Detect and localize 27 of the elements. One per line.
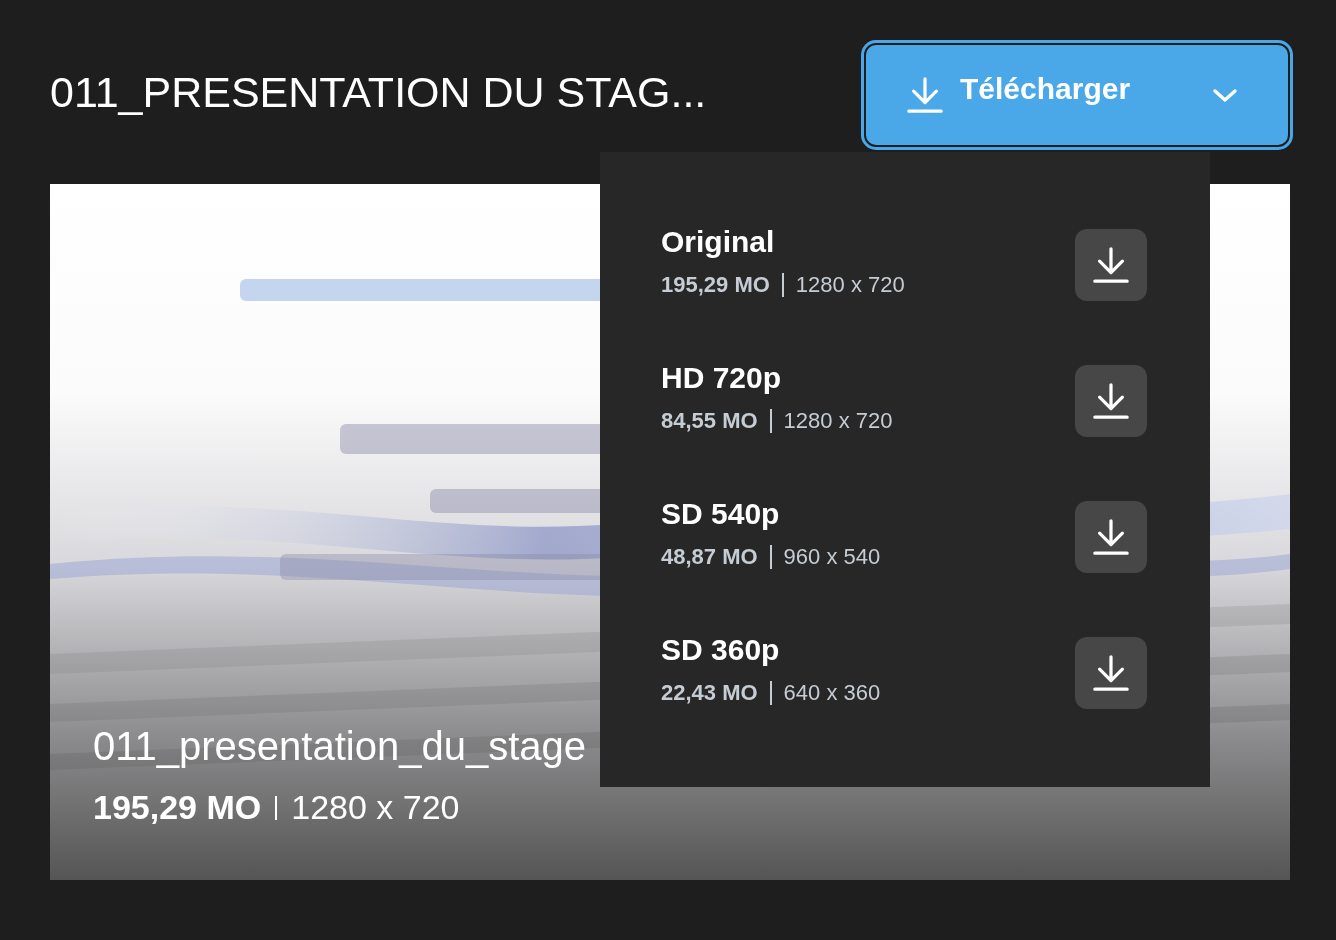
quality-name: HD 720p — [661, 360, 783, 396]
quality-name: SD 360p — [661, 632, 781, 668]
resolution: 1280 x 720 — [291, 787, 460, 828]
download-icon — [1092, 382, 1130, 420]
resolution: 1280 x 720 — [795, 271, 905, 299]
resolution: 1280 x 720 — [783, 407, 893, 435]
download-option-button[interactable] — [1075, 501, 1147, 573]
quality-name: Original — [661, 224, 776, 260]
file-size: 195,29 MO — [661, 271, 770, 299]
resolution: 960 x 540 — [783, 543, 881, 571]
chevron-icon — [1212, 87, 1238, 103]
file-size: 84,55 MO — [661, 407, 758, 435]
download-option-button[interactable] — [1075, 365, 1147, 437]
resolution: 640 x 360 — [783, 679, 881, 707]
file-size: 195,29 MO — [93, 787, 262, 828]
download-button[interactable]: Télécharger — [864, 43, 1290, 147]
quality-name: SD 540p — [661, 496, 781, 532]
download-icon — [1092, 246, 1130, 284]
file-size: 48,87 MO — [661, 543, 758, 571]
download-icon — [1092, 518, 1130, 556]
download-option-button[interactable] — [1075, 229, 1147, 301]
download-icon — [906, 76, 944, 114]
download-option-button[interactable] — [1075, 637, 1147, 709]
video-caption: 011_presentation_du_stage — [93, 724, 586, 768]
download-icon — [1092, 654, 1130, 692]
file-size: 22,43 MO — [661, 679, 758, 707]
video-title: 011_PRESENTATION DU STAG... — [50, 67, 707, 118]
